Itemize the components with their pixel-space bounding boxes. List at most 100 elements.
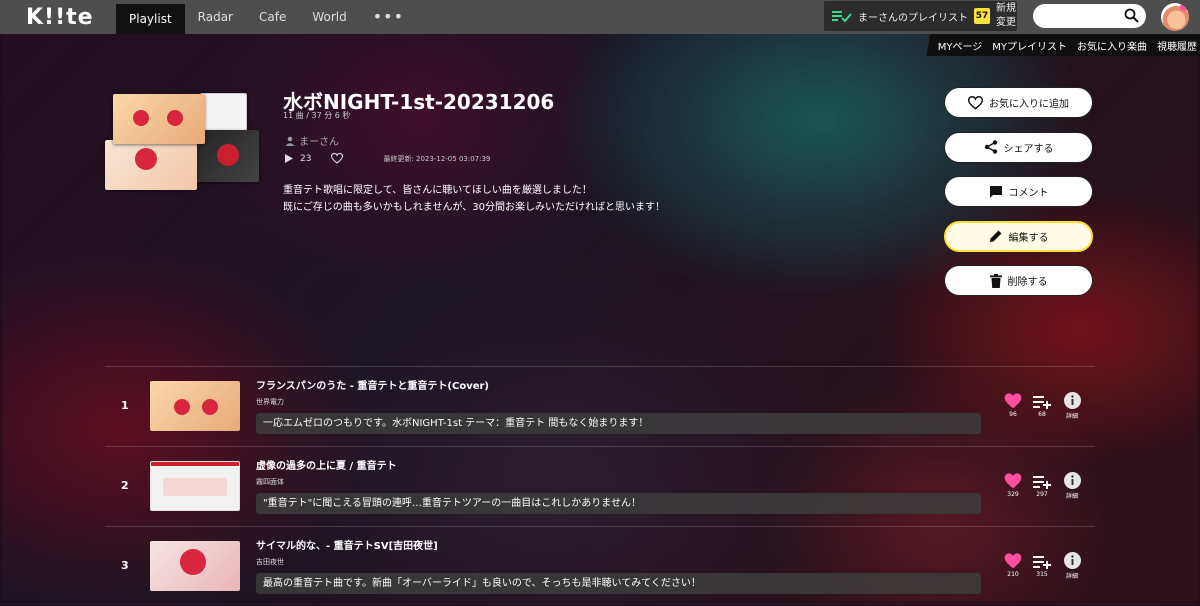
- share-button-label: シェアする: [1003, 143, 1054, 155]
- favorite-button-label: お気に入りに追加: [989, 99, 1069, 110]
- thumbnail-title-card: [163, 478, 227, 496]
- main-content: 水ボNIGHT-1st-20231206 11 曲 / 37 分 6 秒 まーさ…: [0, 0, 1200, 603]
- nav-cafe[interactable]: Cafe: [246, 0, 299, 34]
- track-thumbnail[interactable]: [150, 461, 240, 511]
- subnav-my-playlists[interactable]: MYプレイリスト: [992, 38, 1067, 53]
- add-to-playlist-stat[interactable]: 297: [1030, 471, 1054, 498]
- info-label: 詳細: [1065, 493, 1078, 500]
- edit-button[interactable]: 編集する: [944, 220, 1093, 252]
- add-count: 297: [1036, 491, 1048, 498]
- heart-outline-icon: [968, 95, 983, 110]
- track-comment: 最高の重音テト曲です。新曲「オーバーライド」も良いので、そっちも是非聴いてみてく…: [256, 573, 981, 594]
- favorite-button[interactable]: お気に入りに追加: [944, 87, 1093, 118]
- nav-radar[interactable]: Radar: [185, 0, 246, 34]
- comment-button[interactable]: コメント: [944, 176, 1093, 207]
- subnav-history[interactable]: 視聴履歴: [1157, 38, 1197, 53]
- playlist-owner[interactable]: まーさん: [285, 133, 339, 148]
- play-count: 23: [300, 153, 312, 164]
- subnav-my-page[interactable]: MYページ: [938, 38, 983, 53]
- character-figure: [202, 399, 218, 415]
- info-stat[interactable]: 詳細: [1060, 551, 1084, 580]
- like-count: 96: [1009, 411, 1017, 418]
- last-updated: 最終更新: 2023-12-05 03:07:39: [383, 154, 491, 163]
- track-artist[interactable]: 吉田夜世: [256, 557, 284, 567]
- track-stats: 210 315 詳細: [1001, 551, 1091, 583]
- pencil-icon: [989, 230, 1001, 242]
- info-icon: [1063, 392, 1081, 409]
- owner-name[interactable]: まーさん: [299, 133, 339, 148]
- search-box: [1033, 4, 1146, 28]
- change-label[interactable]: 変更: [996, 16, 1016, 30]
- track-thumbnail[interactable]: [150, 541, 240, 591]
- like-stat[interactable]: 96: [1001, 391, 1025, 418]
- share-button[interactable]: シェアする: [944, 131, 1093, 163]
- play-icon: [285, 154, 293, 163]
- like-stat[interactable]: 210: [1001, 551, 1025, 578]
- track-row[interactable]: 3 サイマル的な、- 重音テトSV[吉田夜世] 吉田夜世 最高の重音テト曲です。…: [105, 526, 1095, 606]
- track-comment: "重音テト"に聞こえる冒頭の連呼…重音テトツアーの一曲目はこれしかありません！: [256, 493, 981, 514]
- user-avatar[interactable]: [1161, 3, 1189, 31]
- like-count: 210: [1007, 571, 1019, 578]
- delete-button[interactable]: 削除する: [944, 265, 1093, 296]
- character-figure: [135, 148, 157, 170]
- playlist-new-change[interactable]: 新規 変更: [996, 2, 1016, 30]
- track-artist[interactable]: 霧四面体: [256, 477, 284, 487]
- track-list: 1 フランスパンのうた - 重音テトと重音テト(Cover) 世界電力 一応エム…: [105, 366, 1095, 606]
- heart-icon: [1004, 553, 1022, 569]
- track-artist[interactable]: 世界電力: [256, 397, 284, 407]
- notification-dot: [1180, 3, 1188, 11]
- track-thumbnail[interactable]: [150, 381, 240, 431]
- playlist-add-icon: [1033, 556, 1051, 569]
- nav-more-button[interactable]: •••: [360, 0, 417, 34]
- subnav-favorite-songs[interactable]: お気に入り楽曲: [1077, 38, 1147, 53]
- playlist-count-badge: 57: [974, 8, 990, 24]
- description-line: 重音テト歌唱に限定して、皆さんに聴いてほしい曲を厳選しました！: [283, 185, 592, 196]
- site-logo[interactable]: K!!te: [26, 5, 93, 30]
- current-playlist-box[interactable]: まーさんのプレイリスト 57 新規 変更: [824, 1, 1017, 31]
- trash-icon: [989, 273, 1002, 288]
- user-icon: [285, 136, 295, 146]
- track-row[interactable]: 2 虚像の過多の上に夏 / 重音テト 霧四面体 "重音テト"に聞こえる冒頭の連呼…: [105, 446, 1095, 526]
- playlist-actions: お気に入りに追加 シェアする コメント 編集する 削除する: [944, 87, 1095, 310]
- track-row[interactable]: 1 フランスパンのうた - 重音テトと重音テト(Cover) 世界電力 一応エム…: [105, 366, 1095, 446]
- like-stat[interactable]: 329: [1001, 471, 1025, 498]
- new-label[interactable]: 新規: [996, 2, 1016, 16]
- thumbnail-card: [200, 93, 247, 135]
- add-to-playlist-stat[interactable]: 68: [1030, 391, 1054, 418]
- track-comment: 一応エムゼロのつもりです。水ボNIGHT-1st テーマ：重音テト 間もなく始ま…: [256, 413, 981, 434]
- info-label: 詳細: [1065, 573, 1078, 580]
- playlist-add-icon: [1033, 476, 1051, 489]
- info-stat[interactable]: 詳細: [1060, 471, 1084, 500]
- track-stats: 96 68 詳細: [1001, 391, 1091, 423]
- search-icon[interactable]: [1124, 8, 1139, 23]
- user-subnav: MYページ MYプレイリスト お気に入り楽曲 視聴履歴: [915, 34, 1200, 56]
- character-figure: [167, 110, 183, 126]
- playlist-thumbnail-collage: [105, 93, 263, 193]
- add-count: 315: [1036, 571, 1048, 578]
- playlist-stats: 23 最終更新: 2023-12-05 03:07:39: [285, 153, 490, 164]
- thumbnail-bar: [151, 462, 239, 466]
- share-icon: [984, 140, 997, 154]
- track-title[interactable]: サイマル的な、- 重音テトSV[吉田夜世]: [256, 537, 438, 552]
- track-number: 3: [121, 559, 129, 572]
- track-title[interactable]: フランスパンのうた - 重音テトと重音テト(Cover): [256, 377, 489, 392]
- track-number: 2: [121, 479, 129, 492]
- nav-world[interactable]: World: [299, 0, 359, 34]
- info-stat[interactable]: 詳細: [1060, 391, 1084, 420]
- nav-playlist[interactable]: Playlist: [116, 4, 185, 34]
- info-icon: [1063, 472, 1081, 489]
- search-input[interactable]: [1043, 4, 1129, 28]
- top-header: K!!te Playlist Radar Cafe World ••• まーさん…: [0, 0, 1200, 34]
- thumbnail-card: [105, 140, 197, 190]
- edit-button-label: 編集する: [1008, 232, 1049, 244]
- track-number: 1: [121, 399, 129, 412]
- info-icon: [1063, 552, 1081, 569]
- track-stats: 329 297 詳細: [1001, 471, 1091, 503]
- like-count: 329: [1007, 491, 1019, 498]
- add-to-playlist-stat[interactable]: 315: [1030, 551, 1054, 578]
- description-line: 既にご存じの曲も多いかもしれませんが、30分間お楽しみいただければと思います！: [283, 202, 666, 213]
- playlist-description: 重音テト歌唱に限定して、皆さんに聴いてほしい曲を厳選しました！ 既にご存じの曲も…: [283, 182, 665, 216]
- track-title[interactable]: 虚像の過多の上に夏 / 重音テト: [256, 457, 397, 472]
- heart-outline-icon[interactable]: [331, 153, 344, 164]
- character-figure: [217, 144, 239, 166]
